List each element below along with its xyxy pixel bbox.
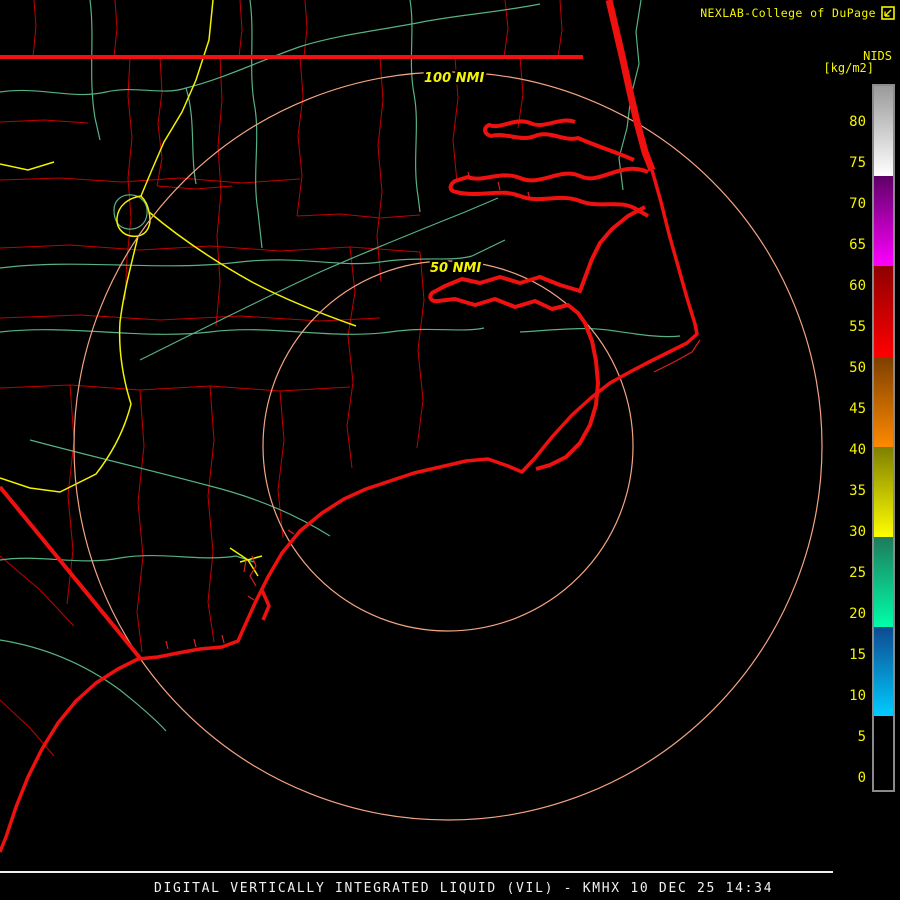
- range-rings-layer: [73, 71, 823, 821]
- colorbar-tick-45: 45: [849, 401, 866, 417]
- neuse-river-core-sound: [428, 205, 646, 471]
- map-canvas: 100 NMI 50 NMI: [0, 0, 823, 853]
- colorbar-segment-yellow: [874, 446, 893, 537]
- colorbar-segment-orange: [874, 356, 893, 447]
- ring-label-50nmi: 50 NMI: [430, 261, 481, 276]
- county-boundaries-layer: [0, 0, 563, 757]
- colorbar-tick-65: 65: [849, 237, 866, 253]
- range-ring-100nmi: [73, 71, 823, 821]
- roads-green-layer: [0, 0, 681, 732]
- colorbar-units: NIDS [kg/m2]: [823, 50, 892, 74]
- shoreline-detail-layer: [165, 171, 701, 650]
- colorbar-tick-15: 15: [849, 647, 866, 663]
- colorbar-tick-10: 10: [849, 688, 866, 704]
- colorbar-segment-green: [874, 536, 893, 628]
- colorbar-tick-75: 75: [849, 155, 866, 171]
- colorbar-tick-20: 20: [849, 606, 866, 622]
- outer-banks-north: [605, 0, 656, 172]
- colorbar-tick-40: 40: [849, 442, 866, 458]
- colorbar-segment-gray: [874, 85, 893, 177]
- range-ring-labels: 100 NMI 50 NMI: [422, 69, 487, 279]
- colorbar-segment-blue: [874, 627, 893, 716]
- units-line-kgm2: [kg/m2]: [823, 61, 874, 75]
- colorbar-tick-70: 70: [849, 196, 866, 212]
- colorbar-tick-5: 5: [857, 729, 866, 745]
- header: NEXLAB-College of DuPage: [700, 6, 895, 20]
- colorbar-tick-80: 80: [849, 114, 866, 130]
- colorbar-tick-0: 0: [857, 770, 866, 786]
- colorbar-tick-50: 50: [849, 360, 866, 376]
- page-title: NEXLAB-College of DuPage: [700, 6, 876, 20]
- colorbar-tick-35: 35: [849, 483, 866, 499]
- colorbar-tick-30: 30: [849, 524, 866, 540]
- cape-fear-spur: [260, 589, 271, 621]
- colorbar-tick-60: 60: [849, 278, 866, 294]
- state-borders-layer: [0, 55, 583, 660]
- product-caption: DIGITAL VERTICALLY INTEGRATED LIQUID (VI…: [154, 881, 774, 896]
- colorbar-segment-black: [874, 715, 893, 791]
- albemarle-waters: [483, 118, 635, 162]
- radar-display: 100 NMI 50 NMI NEXLAB-College of DuPage …: [0, 0, 900, 900]
- colorbar-segment-red: [874, 266, 893, 357]
- nc-coastline: [0, 169, 699, 853]
- footer-separator-line: [0, 871, 833, 873]
- nexlab-logo-icon: [881, 6, 895, 20]
- colorbar-tick-55: 55: [849, 319, 866, 335]
- colorbar-track: [874, 85, 893, 791]
- colorbar: [872, 84, 895, 792]
- colorbar-segment-purple: [874, 176, 893, 267]
- colorbar-tick-25: 25: [849, 565, 866, 581]
- pamlico-river-estuary: [448, 166, 650, 218]
- coastline-layer: [0, 0, 699, 853]
- ring-label-100nmi: 100 NMI: [424, 71, 484, 86]
